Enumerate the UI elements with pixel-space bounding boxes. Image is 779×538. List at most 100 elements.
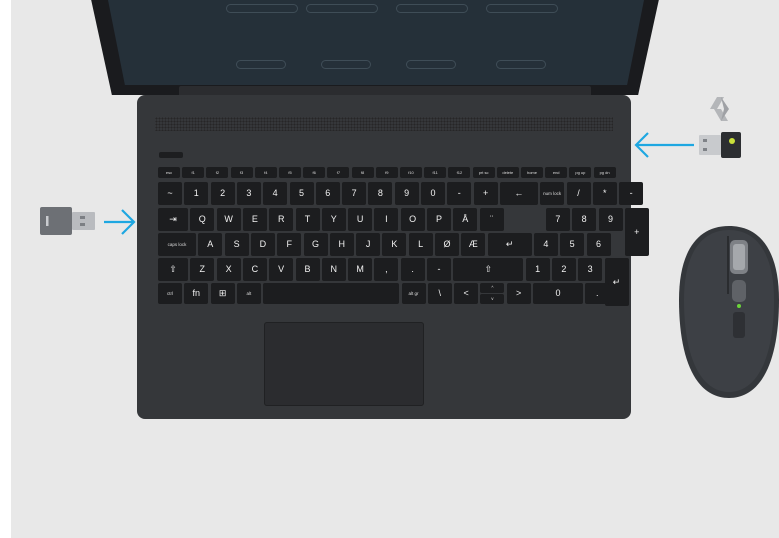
key: /	[566, 182, 591, 205]
key: -	[447, 182, 472, 205]
key: Q	[190, 208, 215, 231]
key: >	[506, 283, 531, 304]
key: W	[216, 208, 241, 231]
key: +	[624, 208, 649, 256]
screen-pill	[496, 60, 546, 69]
key: 8	[572, 208, 597, 231]
key: f11	[424, 167, 447, 178]
key: fn	[184, 283, 209, 304]
key: 1	[525, 258, 550, 281]
key: ←	[499, 182, 538, 205]
key: -	[619, 182, 644, 205]
key: 8	[368, 182, 393, 205]
key: 9	[598, 208, 623, 231]
key: ↵	[487, 233, 532, 256]
key: O	[400, 208, 425, 231]
arrow-right-icon	[104, 209, 136, 235]
key: A	[198, 233, 223, 256]
key: Y	[321, 208, 346, 231]
key: home	[521, 167, 543, 178]
key: 6	[586, 233, 611, 256]
touchpad	[264, 322, 424, 406]
key: 3	[236, 182, 261, 205]
key: esc	[158, 167, 180, 178]
key: pg dn	[593, 167, 616, 178]
key: 3	[578, 258, 603, 281]
key: P	[427, 208, 451, 231]
product-photo: esc f1 f2 f3 f4 f5 f6 f7 f8 f9 f10 f11 f12 prt sc dele…	[11, 0, 779, 538]
key: \	[427, 283, 452, 304]
screen-pill	[236, 60, 286, 69]
key: .	[400, 258, 425, 281]
key: 7	[342, 182, 367, 205]
key: prt sc	[472, 167, 495, 178]
key: 1	[184, 182, 209, 205]
key: 6	[315, 182, 340, 205]
key: f7	[327, 167, 350, 178]
key	[263, 283, 400, 304]
key: 4	[263, 182, 288, 205]
key: ^	[480, 283, 505, 293]
speaker-grille	[155, 117, 613, 131]
mouse-icon	[679, 226, 779, 398]
key: ~	[158, 182, 182, 205]
key: Z	[190, 258, 215, 281]
key: G	[303, 233, 328, 256]
key: ⇧	[158, 258, 188, 281]
key: C	[242, 258, 267, 281]
key: *	[592, 182, 617, 205]
key: ⇧	[453, 258, 524, 281]
key: J	[356, 233, 381, 256]
arrow-left-icon	[634, 132, 694, 158]
key: L	[408, 233, 433, 256]
key: f8	[351, 167, 374, 178]
laptop-screen	[106, 0, 646, 85]
key: B	[295, 258, 320, 281]
key: T	[295, 208, 320, 231]
key: pg up	[569, 167, 592, 178]
key: S	[224, 233, 249, 256]
key: 7	[545, 208, 570, 231]
key: 5	[289, 182, 314, 205]
key: 9	[394, 182, 419, 205]
key: I	[374, 208, 399, 231]
key: D	[250, 233, 275, 256]
key: 5	[560, 233, 585, 256]
key: 2	[551, 258, 576, 281]
key: ,	[374, 258, 399, 281]
key: 0	[421, 182, 445, 205]
key: +	[473, 182, 498, 205]
screen-pill	[396, 4, 468, 13]
key: Å	[453, 208, 478, 231]
key: N	[321, 258, 346, 281]
key: f1	[182, 167, 205, 178]
key: M	[348, 258, 373, 281]
key: ⊞	[210, 283, 235, 304]
usb-receiver-icon	[699, 132, 741, 158]
key: U	[348, 208, 373, 231]
key: v	[480, 294, 505, 304]
power-button	[159, 152, 183, 158]
key: <	[454, 283, 479, 304]
screen-pill	[406, 60, 456, 69]
key: .	[585, 283, 610, 304]
key: f6	[303, 167, 326, 178]
key: K	[382, 233, 407, 256]
usb-receiver-icon	[40, 207, 95, 235]
key: E	[242, 208, 267, 231]
laptop-base: esc f1 f2 f3 f4 f5 f6 f7 f8 f9 f10 f11 f12 prt sc dele…	[137, 95, 649, 419]
screen-pill	[226, 4, 298, 13]
key: f12	[448, 167, 471, 178]
key: H	[329, 233, 354, 256]
screen-pill	[321, 60, 371, 69]
key: f5	[279, 167, 301, 178]
key: f3	[230, 167, 253, 178]
key: ctrl	[158, 283, 182, 304]
key: 0	[533, 283, 583, 304]
key: 4	[533, 233, 558, 256]
key: end	[545, 167, 568, 178]
screen-pill	[306, 4, 378, 13]
key: -	[427, 258, 451, 281]
key: delete	[496, 167, 519, 178]
key: R	[269, 208, 294, 231]
